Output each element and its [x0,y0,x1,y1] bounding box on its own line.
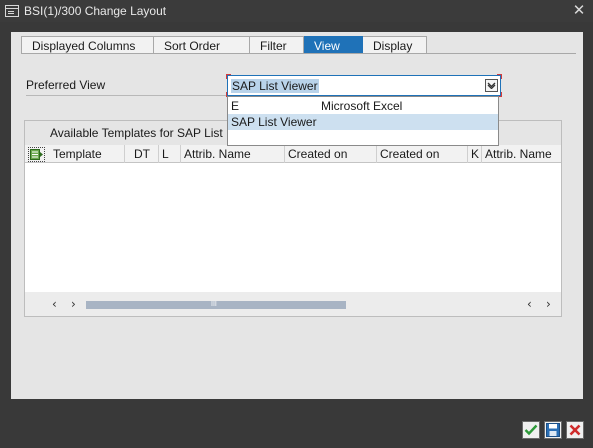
preferred-view-combobox[interactable]: SAP List Viewer [226,74,502,97]
cancel-x-icon [569,424,581,436]
templates-title: Available Templates for SAP List [50,126,223,140]
column-header-created-on-2[interactable]: Created on [377,145,468,163]
scroll-right-icon[interactable]: › [71,297,76,311]
preferred-view-label: Preferred View [26,78,106,92]
tab-displayed-columns[interactable]: Displayed Columns [21,36,154,54]
column-header-dt[interactable]: DT [131,145,159,163]
scroll-left-icon[interactable]: ‹ [52,297,57,311]
option-text: Microsoft Excel [321,99,403,113]
scrollbar-thumb[interactable]: III [86,301,346,309]
window-title: BSI(1)/300 Change Layout [24,4,167,18]
tab-display[interactable]: Display [363,36,427,54]
focus-corner [226,74,231,79]
preferred-view-value[interactable]: SAP List Viewer [231,79,319,93]
label-underline [26,95,226,96]
column-header-attrib-name-2[interactable]: Attrib. Name [482,145,561,163]
save-button[interactable] [544,421,562,439]
tab-filter[interactable]: Filter [250,36,304,54]
scroll-right-end-icon[interactable]: › [546,297,551,311]
confirm-button[interactable] [522,421,540,439]
window-menu-icon[interactable] [5,5,19,17]
dialog-body: Displayed Columns Sort Order Filter View… [0,22,593,448]
close-icon[interactable]: ✕ [572,3,586,19]
thumb-grip: III [211,301,217,308]
save-disk-icon [546,423,560,437]
checkmark-icon [524,424,538,436]
cancel-button[interactable] [566,421,584,439]
focus-corner [497,74,502,79]
preferred-view-dropdown: E Microsoft Excel SAP List Viewer [227,96,499,146]
tab-strip: Displayed Columns Sort Order Filter View… [21,36,427,54]
tab-sort-order[interactable]: Sort Order [154,36,250,54]
scroll-left-end-icon[interactable]: ‹ [527,297,532,311]
grid-header: Template DT L Attrib. Name Created on Cr… [25,145,561,163]
column-settings-icon[interactable] [28,147,45,162]
dropdown-option-sap-list-viewer[interactable]: SAP List Viewer [228,114,498,130]
option-text: SAP List Viewer [231,115,317,129]
templates-frame: Available Templates for SAP List Templat… [24,120,562,317]
content-panel: Displayed Columns Sort Order Filter View… [11,32,583,399]
title-bar: BSI(1)/300 Change Layout ✕ [0,0,593,22]
horizontal-scrollbar[interactable]: ‹ › III ‹ › [25,292,561,316]
tab-view[interactable]: View [304,36,363,54]
tab-divider [21,53,576,54]
column-header-l[interactable]: L [159,145,181,163]
column-header-template[interactable]: Template [50,145,125,163]
templates-grid: Template DT L Attrib. Name Created on Cr… [25,145,561,292]
column-header-k[interactable]: K [468,145,482,163]
dropdown-chevron-icon[interactable] [485,79,498,92]
dropdown-option-excel[interactable]: E Microsoft Excel [228,98,498,114]
option-key: E [231,99,240,113]
column-header-attrib-name[interactable]: Attrib. Name [181,145,285,163]
column-header-created-on[interactable]: Created on [285,145,377,163]
